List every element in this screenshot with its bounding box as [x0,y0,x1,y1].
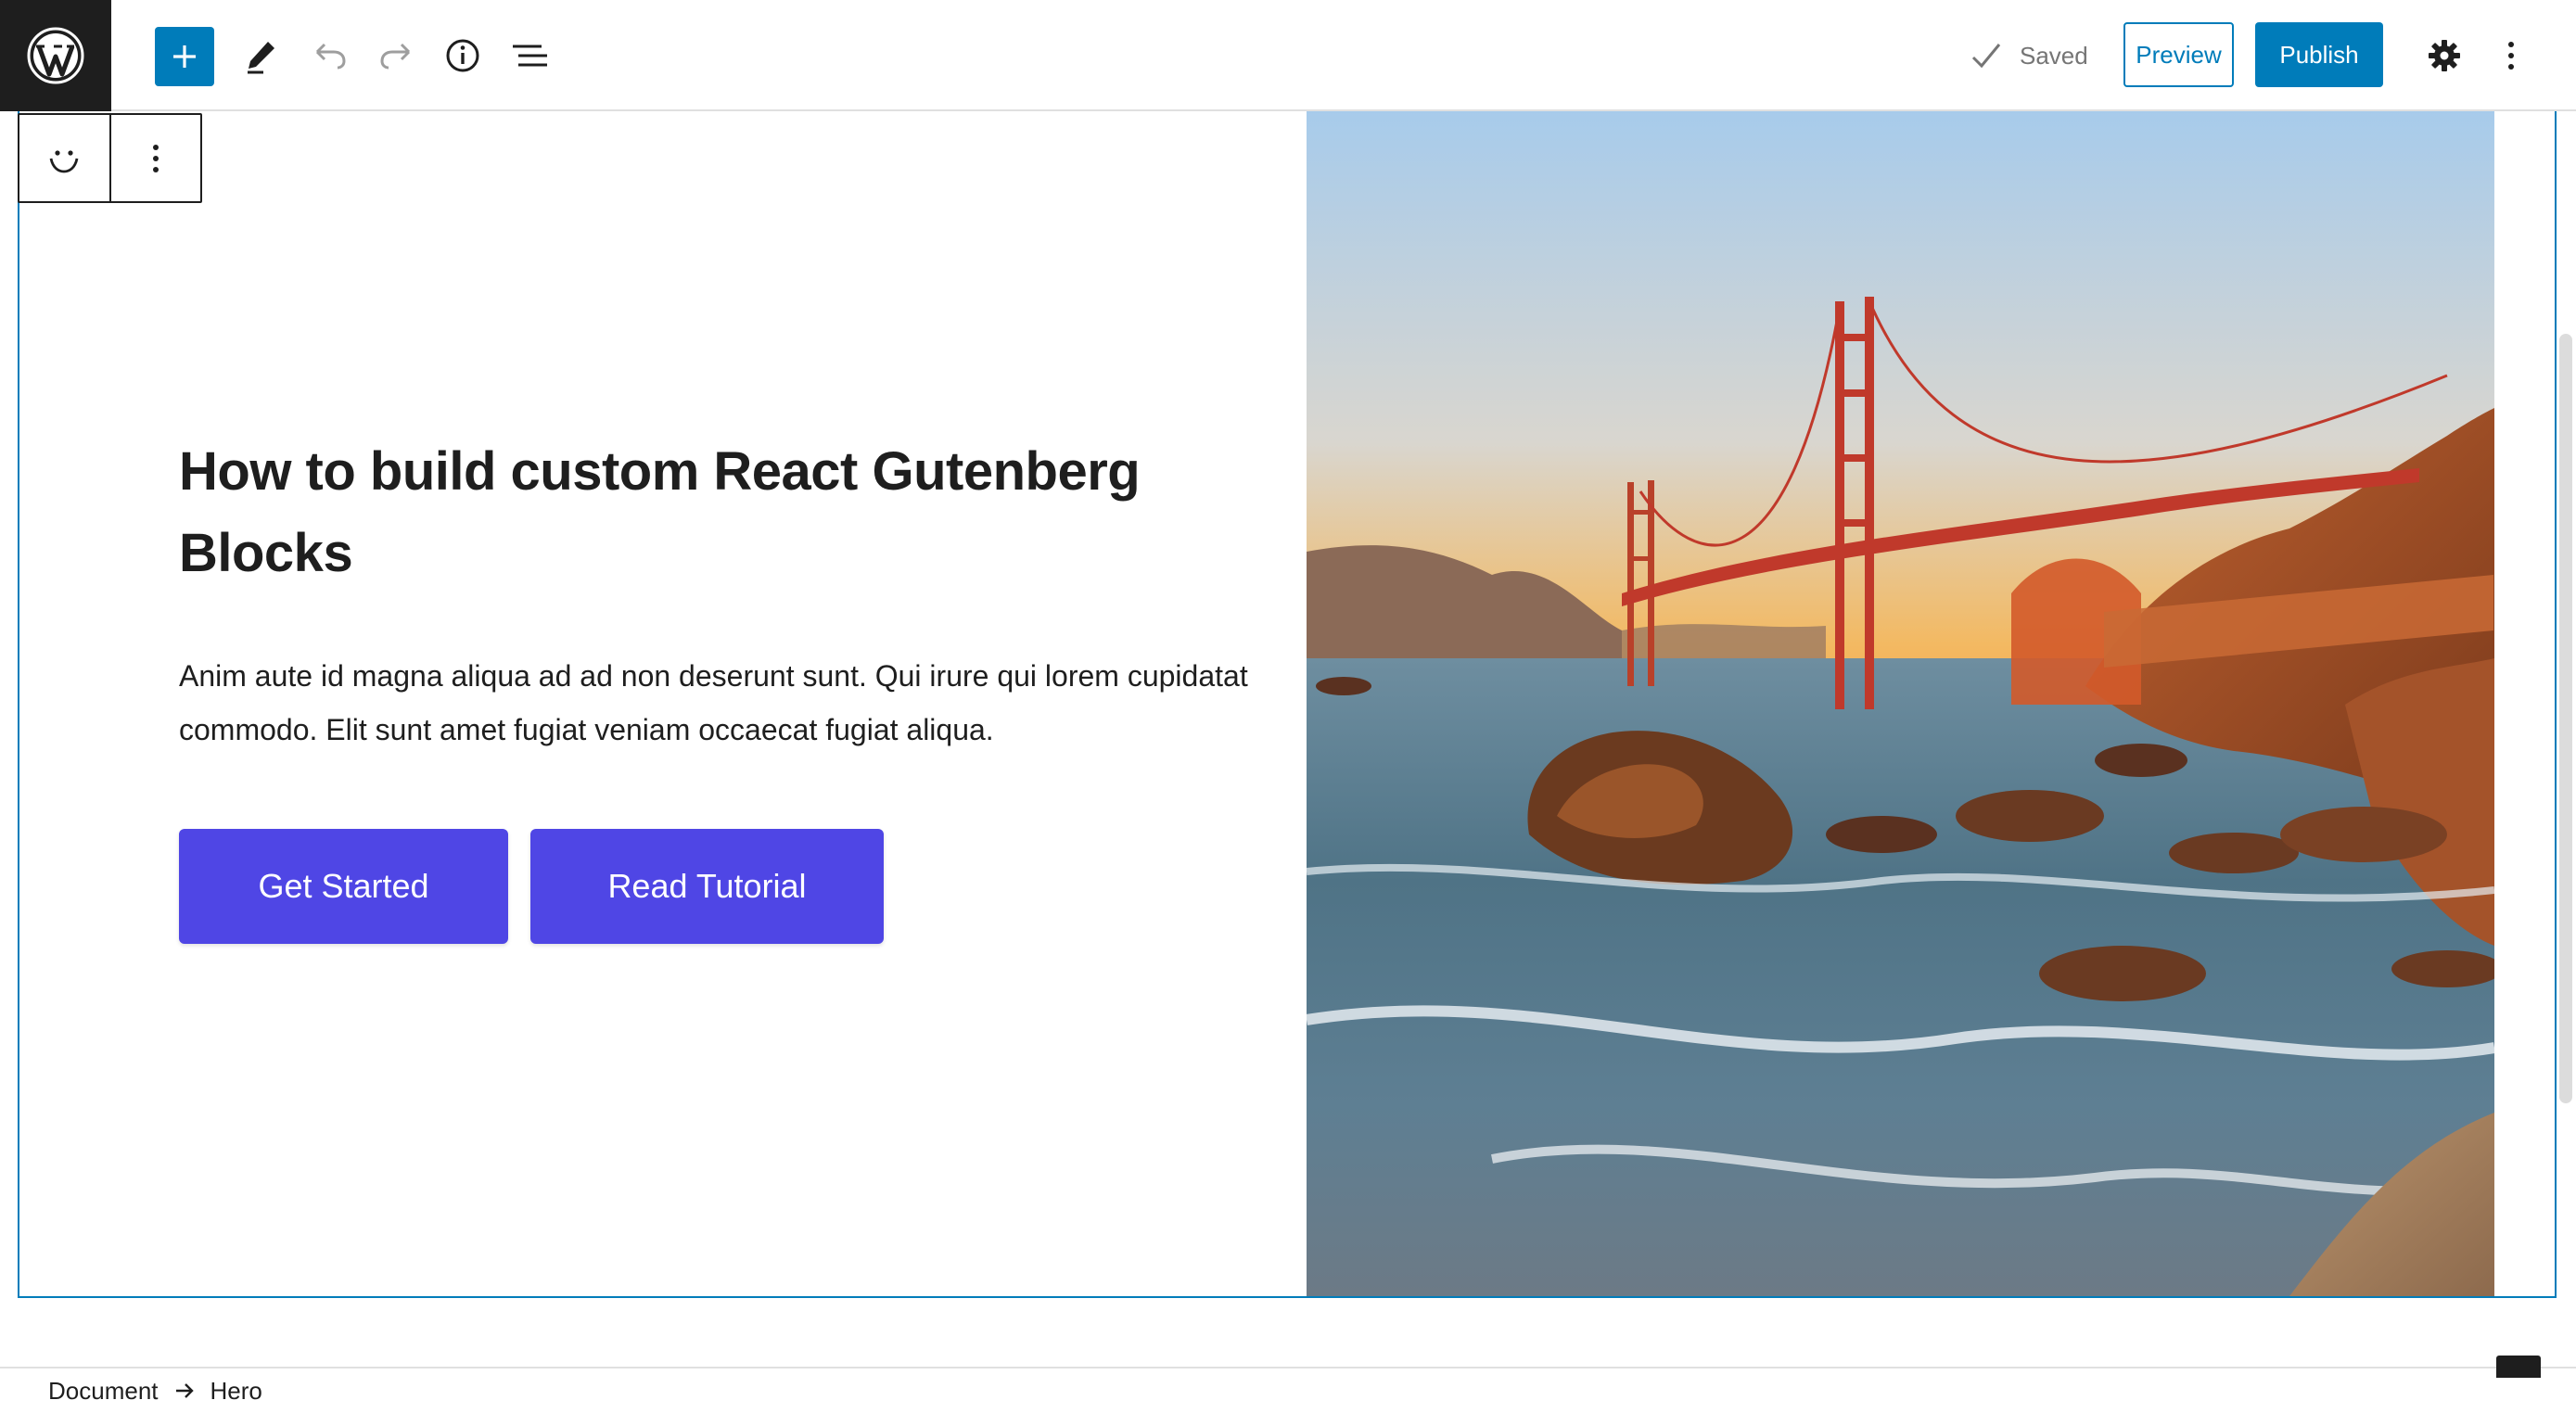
arrow-right-icon [173,1380,196,1402]
golden-gate-bridge-image [1307,111,2494,1296]
smiley-block-icon [49,149,79,172]
undo-button[interactable] [297,22,363,89]
hero-title[interactable]: How to build custom React Gutenberg Bloc… [179,431,1255,594]
plus-icon [173,45,196,68]
wordpress-logo-icon [27,27,84,84]
publish-button[interactable]: Publish [2255,22,2383,87]
breadcrumb-hero[interactable]: Hero [210,1377,262,1406]
wordpress-logo-button[interactable] [0,0,111,111]
block-type-button[interactable] [19,115,111,201]
redo-button[interactable] [363,22,429,89]
hero-description[interactable]: Anim aute id magna aliqua ad ad non dese… [179,649,1255,757]
get-started-button[interactable]: Get Started [179,829,508,944]
editor-app: Saved Preview Publish How to build custo… [0,0,2576,1413]
top-toolbar: Saved Preview Publish [0,0,2576,111]
options-button[interactable] [2478,22,2544,89]
redo-icon [380,43,411,70]
canvas-scrollbar[interactable] [2559,334,2572,1103]
list-view-icon [513,45,547,67]
block-options-button[interactable] [111,115,201,201]
breadcrumb-document[interactable]: Document [48,1377,159,1406]
read-tutorial-button[interactable]: Read Tutorial [530,829,884,944]
undo-icon [315,43,346,70]
list-view-button[interactable] [496,22,563,89]
settings-button[interactable] [2411,22,2478,89]
footer-toggle[interactable] [2496,1356,2541,1378]
hero-image[interactable] [1307,111,2494,1296]
add-block-button[interactable] [155,27,214,86]
editor-canvas: How to build custom React Gutenberg Bloc… [0,111,2576,1367]
preview-button[interactable]: Preview [2123,22,2234,87]
saved-label: Saved [2020,41,2088,70]
breadcrumb: Document Hero [0,1367,2576,1413]
details-button[interactable] [429,22,496,89]
checkmark-icon [1971,44,2001,69]
info-icon [446,39,479,72]
saved-status: Saved [1970,33,2088,78]
block-toolbar [18,113,202,203]
pencil-icon [248,42,274,74]
hero-block[interactable]: How to build custom React Gutenberg Bloc… [18,111,2557,1298]
gear-icon [2429,40,2460,71]
kebab-menu-icon [2508,42,2514,70]
tools-button[interactable] [228,22,295,89]
kebab-menu-icon [152,144,159,172]
